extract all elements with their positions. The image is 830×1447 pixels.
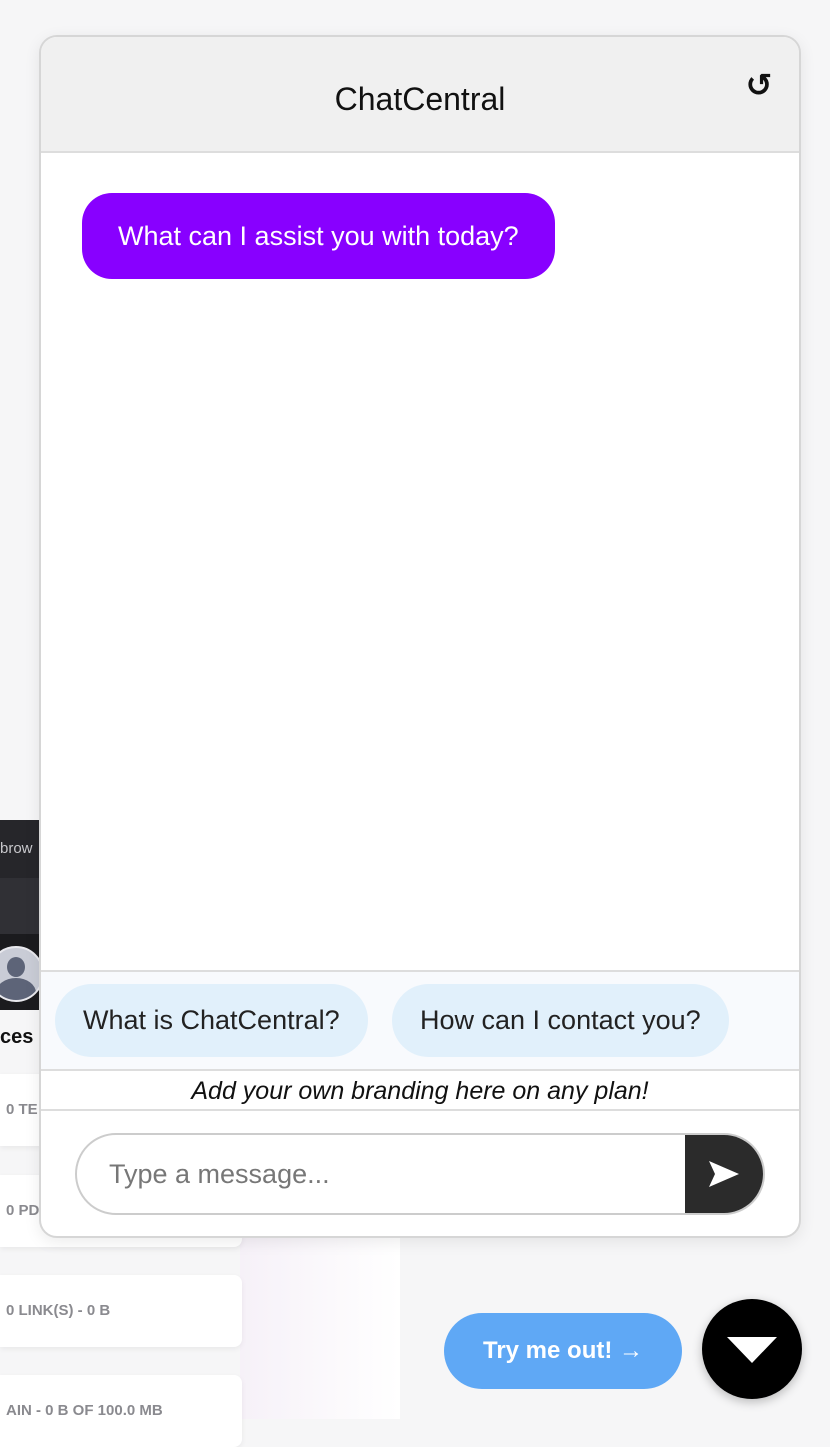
chat-widget: ChatCentral ↺ What can I assist you with…: [39, 35, 801, 1238]
avatar-icon: [0, 946, 40, 1002]
background-card-storage: AIN - 0 B OF 100.0 MB: [0, 1375, 242, 1447]
chevron-down-icon: [727, 1337, 777, 1363]
suggestion-chip-contact[interactable]: How can I contact you?: [392, 984, 729, 1057]
message-composer: [75, 1133, 765, 1215]
try-me-out-button[interactable]: Try me out! →: [444, 1313, 682, 1389]
background-topbar: brow: [0, 820, 40, 878]
background-toolbar: [0, 878, 40, 934]
background-fade: [240, 1236, 400, 1419]
chat-toggle-button[interactable]: [702, 1299, 802, 1399]
send-button[interactable]: [685, 1135, 763, 1213]
refresh-icon[interactable]: ↺: [741, 67, 777, 103]
chat-title: ChatCentral: [334, 81, 506, 117]
suggestion-chip-what-is[interactable]: What is ChatCentral?: [55, 984, 368, 1057]
branding-text: Add your own branding here on any plan!: [41, 1071, 799, 1111]
chat-header: ChatCentral ↺: [41, 37, 799, 153]
send-arrow-icon: [709, 1161, 739, 1187]
bot-message: What can I assist you with today?: [82, 193, 555, 279]
background-topbar-text: brow: [0, 840, 33, 857]
background-section-label: ces: [0, 1026, 34, 1048]
suggestion-bar: What is ChatCentral? How can I contact y…: [41, 970, 799, 1071]
background-card-links: 0 LINK(S) - 0 B: [0, 1275, 242, 1347]
background-profile-row: [0, 934, 40, 1010]
message-input[interactable]: [77, 1135, 687, 1213]
